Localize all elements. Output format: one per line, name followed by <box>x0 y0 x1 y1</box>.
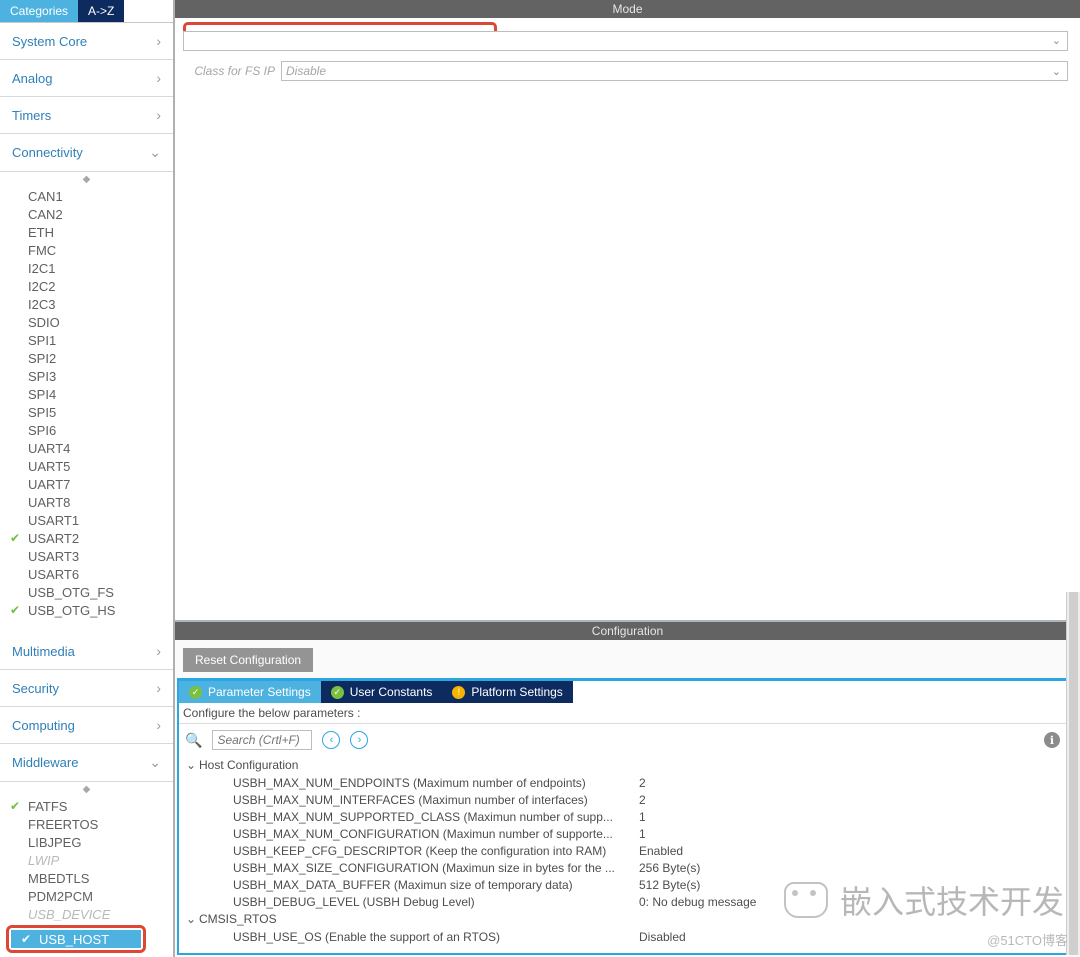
chevron-right-icon: › <box>156 680 161 696</box>
group-analog[interactable]: Analog› <box>0 60 173 97</box>
config-note: Configure the below parameters : <box>179 703 1076 724</box>
tree-item-uart5[interactable]: ✔UART5 <box>0 457 173 475</box>
group-system-core[interactable]: System Core› <box>0 23 173 60</box>
mode-header: Mode <box>175 0 1080 18</box>
chevron-down-icon: ⌄ <box>1052 65 1061 78</box>
tree-item-spi3[interactable]: ✔SPI3 <box>0 367 173 385</box>
tree-item-usart1[interactable]: ✔USART1 <box>0 511 173 529</box>
chevron-right-icon: › <box>156 33 161 49</box>
tree-item-uart7[interactable]: ✔UART7 <box>0 475 173 493</box>
tree-item-can1[interactable]: ✔CAN1 <box>0 187 173 205</box>
chevron-right-icon: › <box>156 717 161 733</box>
param-row[interactable]: USBH_MAX_NUM_INTERFACES (Maximun number … <box>183 791 1076 808</box>
check-icon: ✓ <box>189 686 202 699</box>
tree-item-lwip: ✔LWIP <box>0 851 173 869</box>
chevron-down-icon: ⌄ <box>183 758 199 772</box>
cfg-tab-parameter-settings[interactable]: ✓Parameter Settings <box>179 681 321 703</box>
mode-row2-label: Class for FS IP <box>187 64 281 78</box>
warn-icon: ! <box>452 686 465 699</box>
param-row[interactable]: USBH_MAX_SIZE_CONFIGURATION (Maximun siz… <box>183 859 1076 876</box>
chevron-down-icon: ⌄ <box>1052 34 1061 47</box>
chevron-down-icon: ⌄ <box>183 912 199 926</box>
cfg-tab-user-constants[interactable]: ✓User Constants <box>321 681 443 703</box>
tree-item-spi4[interactable]: ✔SPI4 <box>0 385 173 403</box>
tree-item-fmc[interactable]: ✔FMC <box>0 241 173 259</box>
group-connectivity[interactable]: Connectivity⌄ <box>0 134 173 172</box>
param-row[interactable]: USBH_MAX_DATA_BUFFER (Maximun size of te… <box>183 876 1076 893</box>
chevron-down-icon: ⌄ <box>149 754 161 771</box>
reset-button[interactable]: Reset Configuration <box>183 648 313 672</box>
chevron-right-icon: › <box>156 643 161 659</box>
group-computing[interactable]: Computing› <box>0 707 173 744</box>
search-input[interactable] <box>212 730 312 750</box>
check-icon: ✔ <box>10 603 24 617</box>
tree-item-pdm2pcm[interactable]: ✔PDM2PCM <box>0 887 173 905</box>
tree-item-spi5[interactable]: ✔SPI5 <box>0 403 173 421</box>
search-icon: 🔍 <box>185 732 202 749</box>
tree-item-usb_device: ✔USB_DEVICE <box>0 905 173 923</box>
tree-item-uart4[interactable]: ✔UART4 <box>0 439 173 457</box>
tree-item-mbedtls[interactable]: ✔MBEDTLS <box>0 869 173 887</box>
tree-item-usb_host[interactable]: ✔USB_HOST <box>11 930 141 948</box>
group-timers[interactable]: Timers› <box>0 97 173 134</box>
tree-item-usart3[interactable]: ✔USART3 <box>0 547 173 565</box>
check-icon: ✔ <box>10 799 24 813</box>
tree-item-sdio[interactable]: ✔SDIO <box>0 313 173 331</box>
scrollbar[interactable] <box>1066 592 1080 955</box>
search-prev-button[interactable]: ‹ <box>322 731 340 749</box>
tree-item-usb_otg_fs[interactable]: ✔USB_OTG_FS <box>0 583 173 601</box>
tree-item-usart2[interactable]: ✔USART2 <box>0 529 173 547</box>
sidebar: Categories A->Z System Core›Analog›Timer… <box>0 0 175 957</box>
mode-hs-select[interactable]: ⌄ <box>183 31 1068 51</box>
check-icon: ✓ <box>331 686 344 699</box>
config-header: Configuration <box>175 622 1080 640</box>
tab-categories[interactable]: Categories <box>0 0 78 22</box>
tree-item-usart6[interactable]: ✔USART6 <box>0 565 173 583</box>
tree-item-i2c3[interactable]: ✔I2C3 <box>0 295 173 313</box>
param-row[interactable]: USBH_KEEP_CFG_DESCRIPTOR (Keep the confi… <box>183 842 1076 859</box>
tree-item-i2c2[interactable]: ✔I2C2 <box>0 277 173 295</box>
param-row[interactable]: USBH_MAX_NUM_SUPPORTED_CLASS (Maximun nu… <box>183 808 1076 825</box>
tree-item-i2c1[interactable]: ✔I2C1 <box>0 259 173 277</box>
chevron-down-icon: ⌄ <box>149 144 161 161</box>
tree-item-spi1[interactable]: ✔SPI1 <box>0 331 173 349</box>
tree-item-uart8[interactable]: ✔UART8 <box>0 493 173 511</box>
param-row[interactable]: USBH_MAX_NUM_CONFIGURATION (Maximun numb… <box>183 825 1076 842</box>
tree-item-usb_otg_hs[interactable]: ✔USB_OTG_HS <box>0 601 173 619</box>
group-multimedia[interactable]: Multimedia› <box>0 633 173 670</box>
mode-fs-select[interactable]: Disable ⌄ <box>281 61 1068 81</box>
tree-item-libjpeg[interactable]: ✔LIBJPEG <box>0 833 173 851</box>
mode-row2-value: Disable <box>286 64 326 78</box>
tree-item-eth[interactable]: ✔ETH <box>0 223 173 241</box>
tree-item-freertos[interactable]: ✔FREERTOS <box>0 815 173 833</box>
check-icon: ✔ <box>21 932 35 946</box>
section-host-configuration[interactable]: ⌄Host Configuration <box>183 756 1076 774</box>
tree-item-spi6[interactable]: ✔SPI6 <box>0 421 173 439</box>
param-row[interactable]: USBH_USE_OS (Enable the support of an RT… <box>183 928 1076 945</box>
param-row[interactable]: USBH_DEBUG_LEVEL (USBH Debug Level)0: No… <box>183 893 1076 910</box>
search-next-button[interactable]: › <box>350 731 368 749</box>
group-middleware[interactable]: Middleware⌄ <box>0 744 173 782</box>
group-security[interactable]: Security› <box>0 670 173 707</box>
param-row[interactable]: USBH_MAX_NUM_ENDPOINTS (Maximum number o… <box>183 774 1076 791</box>
tab-az[interactable]: A->Z <box>78 0 124 22</box>
tree-item-can2[interactable]: ✔CAN2 <box>0 205 173 223</box>
tree-item-fatfs[interactable]: ✔FATFS <box>0 797 173 815</box>
chevron-right-icon: › <box>156 70 161 86</box>
chevron-right-icon: › <box>156 107 161 123</box>
check-icon: ✔ <box>10 531 24 545</box>
section-cmsis-rtos[interactable]: ⌄CMSIS_RTOS <box>183 910 1076 928</box>
tree-item-spi2[interactable]: ✔SPI2 <box>0 349 173 367</box>
cfg-tab-platform-settings[interactable]: !Platform Settings <box>442 681 572 703</box>
info-icon: ℹ <box>1044 732 1060 748</box>
